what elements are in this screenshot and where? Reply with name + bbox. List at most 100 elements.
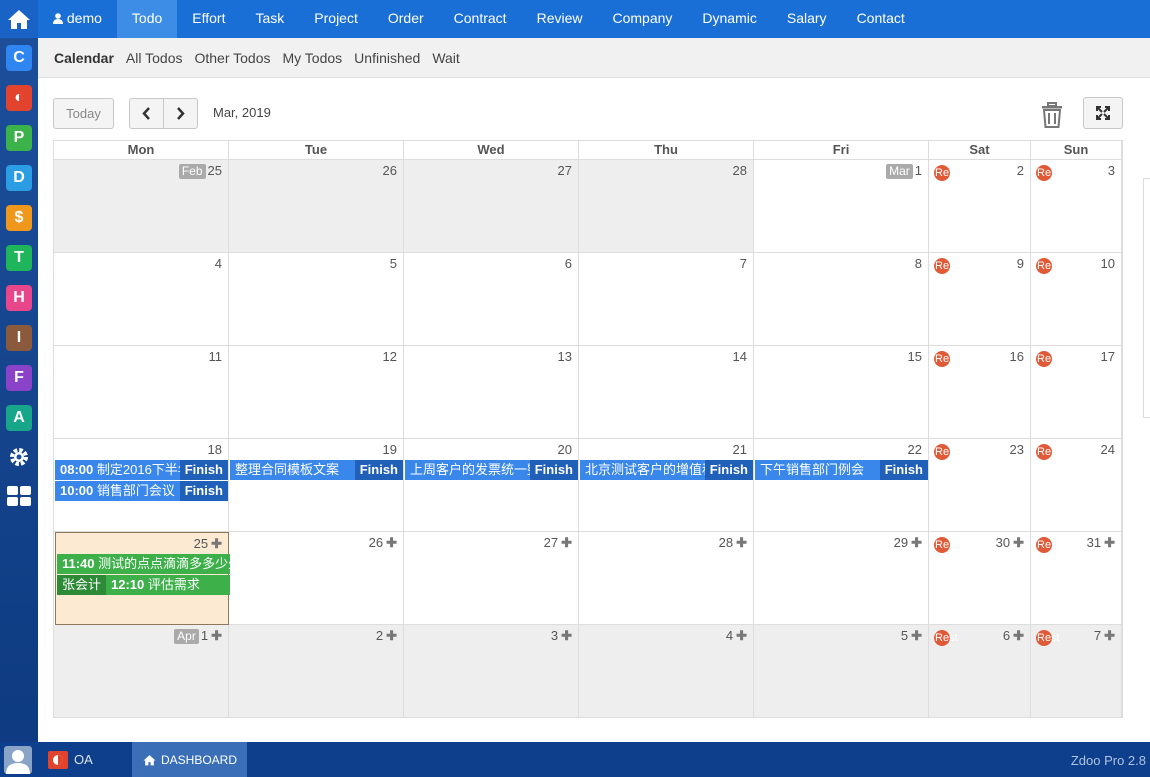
nav-item-project[interactable]: Project bbox=[299, 0, 373, 38]
day-cell[interactable]: 29 ✚ bbox=[754, 532, 929, 625]
day-cell[interactable]: 30 ✚ Re bbox=[929, 532, 1031, 625]
day-cell[interactable]: 19 整理合同模板文案 Finish bbox=[229, 439, 404, 532]
nav-item-review[interactable]: Review bbox=[522, 0, 598, 38]
app-s-icon[interactable]: $ bbox=[6, 205, 32, 231]
day-cell[interactable]: 7 bbox=[579, 253, 754, 346]
day-cell[interactable]: 20 上周客户的发票统一整理 Finish bbox=[404, 439, 579, 532]
nav-item-salary[interactable]: Salary bbox=[772, 0, 842, 38]
add-todo-plus-icon[interactable]: ✚ bbox=[736, 535, 747, 550]
day-cell[interactable]: 6 bbox=[404, 253, 579, 346]
add-todo-plus-icon[interactable]: ✚ bbox=[386, 535, 397, 550]
day-cell[interactable]: 31 ✚ Re bbox=[1031, 532, 1122, 625]
day-cell[interactable]: 6 ✚ Rest bbox=[929, 625, 1031, 718]
nav-item-contract[interactable]: Contract bbox=[439, 0, 522, 38]
todo-event[interactable]: 整理合同模板文案 Finish bbox=[230, 460, 403, 480]
day-cell[interactable]: 23 Re bbox=[929, 439, 1031, 532]
subnav-other-todos[interactable]: Other Todos bbox=[194, 50, 270, 66]
day-cell[interactable]: 9 Re bbox=[929, 253, 1031, 346]
subnav-all-todos[interactable]: All Todos bbox=[126, 50, 183, 66]
finish-button[interactable]: Finish bbox=[879, 460, 928, 480]
day-cell[interactable]: 26 ✚ bbox=[229, 532, 404, 625]
todo-event[interactable]: 08:00 制定2016下半年工作计划Finish bbox=[55, 460, 228, 480]
add-todo-plus-icon[interactable]: ✚ bbox=[911, 535, 922, 550]
day-cell[interactable]: 24 Re bbox=[1031, 439, 1122, 532]
todo-event[interactable]: 下午销售部门例会 Finish bbox=[755, 460, 928, 480]
day-cell[interactable]: 4 ✚ bbox=[579, 625, 754, 718]
avatar[interactable] bbox=[4, 746, 32, 774]
subnav-calendar[interactable]: Calendar bbox=[54, 50, 114, 66]
app-d-icon[interactable]: D bbox=[6, 165, 32, 191]
app-f-icon[interactable]: F bbox=[6, 365, 32, 391]
add-todo-plus-icon[interactable]: ✚ bbox=[211, 536, 222, 551]
day-cell[interactable]: Feb 25 bbox=[54, 160, 229, 253]
finish-button[interactable]: Finish bbox=[354, 460, 403, 480]
taskbar-oa-app[interactable]: OA bbox=[44, 742, 128, 777]
finish-button[interactable]: Finish bbox=[179, 460, 228, 480]
app-c-icon[interactable]: C bbox=[6, 45, 32, 71]
todo-event[interactable]: 11:40 测试的点点滴滴多多少少 bbox=[57, 554, 230, 574]
day-cell[interactable]: 15 bbox=[754, 346, 929, 439]
todo-event[interactable]: 10:00 销售部门会议 Finish bbox=[55, 481, 228, 501]
app-p-icon[interactable]: P bbox=[6, 125, 32, 151]
subnav-unfinished[interactable]: Unfinished bbox=[354, 50, 420, 66]
add-todo-plus-icon[interactable]: ✚ bbox=[386, 628, 397, 643]
nav-item-order[interactable]: Order bbox=[373, 0, 439, 38]
add-todo-plus-icon[interactable]: ✚ bbox=[1013, 628, 1024, 643]
todo-event[interactable]: 北京测试客户的增值税发票 Finish bbox=[580, 460, 753, 480]
nav-item-task[interactable]: Task bbox=[240, 0, 299, 38]
settings-gear-icon[interactable] bbox=[5, 443, 33, 471]
nav-item-contact[interactable]: Contact bbox=[842, 0, 920, 38]
trash-icon[interactable] bbox=[1040, 101, 1066, 129]
day-cell[interactable]: 18 08:00 制定2016下半年工作计划Finish 10:00 销售部门会议 F… bbox=[54, 439, 229, 532]
next-month-button[interactable] bbox=[164, 99, 198, 128]
todo-event[interactable]: 上周客户的发票统一整理 Finish bbox=[405, 460, 578, 480]
add-todo-plus-icon[interactable]: ✚ bbox=[561, 535, 572, 550]
day-cell[interactable]: 17 Re bbox=[1031, 346, 1122, 439]
app-t-icon[interactable]: T bbox=[6, 245, 32, 271]
app-i-icon[interactable]: I bbox=[6, 325, 32, 351]
add-todo-plus-icon[interactable]: ✚ bbox=[561, 628, 572, 643]
app-o-icon[interactable]: ◐ bbox=[6, 85, 32, 111]
day-cell[interactable]: 22 下午销售部门例会 Finish bbox=[754, 439, 929, 532]
today-cell[interactable]: 25 ✚ 11:40 测试的点点滴滴多多少少 张会计 12:10 评估需求 bbox=[55, 532, 230, 625]
day-cell[interactable]: Mar 1 bbox=[754, 160, 929, 253]
home-icon[interactable] bbox=[0, 0, 38, 38]
day-cell[interactable]: 4 bbox=[54, 253, 229, 346]
subnav-my-todos[interactable]: My Todos bbox=[283, 50, 343, 66]
app-h-icon[interactable]: H bbox=[6, 285, 32, 311]
all-apps-grid-icon[interactable] bbox=[5, 482, 33, 510]
day-cell[interactable]: 14 bbox=[579, 346, 754, 439]
add-todo-plus-icon[interactable]: ✚ bbox=[211, 628, 222, 643]
day-cell[interactable]: 7 ✚ Rest bbox=[1031, 625, 1122, 718]
day-cell[interactable]: 16 Re bbox=[929, 346, 1031, 439]
todo-event[interactable]: 张会计 12:10 评估需求 bbox=[57, 575, 230, 595]
day-cell[interactable]: 3 ✚ bbox=[404, 625, 579, 718]
day-cell[interactable]: 8 bbox=[754, 253, 929, 346]
day-cell[interactable]: 2 ✚ bbox=[229, 625, 404, 718]
today-button[interactable]: Today bbox=[53, 98, 114, 129]
dashboard-button[interactable]: DASHBOARD bbox=[132, 742, 247, 777]
app-a-icon[interactable]: A bbox=[6, 405, 32, 431]
finish-button[interactable]: Finish bbox=[179, 481, 228, 501]
add-todo-plus-icon[interactable]: ✚ bbox=[1104, 535, 1115, 550]
nav-item-effort[interactable]: Effort bbox=[177, 0, 240, 38]
nav-item-todo[interactable]: Todo bbox=[116, 0, 178, 38]
day-cell[interactable]: 21 北京测试客户的增值税发票 Finish bbox=[579, 439, 754, 532]
add-todo-plus-icon[interactable]: ✚ bbox=[1104, 628, 1115, 643]
prev-month-button[interactable] bbox=[130, 99, 164, 128]
day-cell[interactable]: 10 Re bbox=[1031, 253, 1122, 346]
day-cell[interactable]: 13 bbox=[404, 346, 579, 439]
day-cell[interactable]: 12 bbox=[229, 346, 404, 439]
day-cell[interactable]: 5 ✚ bbox=[754, 625, 929, 718]
day-cell[interactable]: 5 bbox=[229, 253, 404, 346]
nav-item-company[interactable]: Company bbox=[597, 0, 687, 38]
user-menu[interactable]: demo bbox=[38, 0, 117, 38]
finish-button[interactable]: Finish bbox=[529, 460, 578, 480]
add-todo-plus-icon[interactable]: ✚ bbox=[911, 628, 922, 643]
fullscreen-button[interactable] bbox=[1083, 97, 1123, 129]
day-cell[interactable]: 3 Re bbox=[1031, 160, 1122, 253]
day-cell[interactable]: 26 bbox=[229, 160, 404, 253]
finish-button[interactable]: Finish bbox=[704, 460, 753, 480]
add-todo-plus-icon[interactable]: ✚ bbox=[1013, 535, 1024, 550]
day-cell[interactable]: 27 ✚ bbox=[404, 532, 579, 625]
